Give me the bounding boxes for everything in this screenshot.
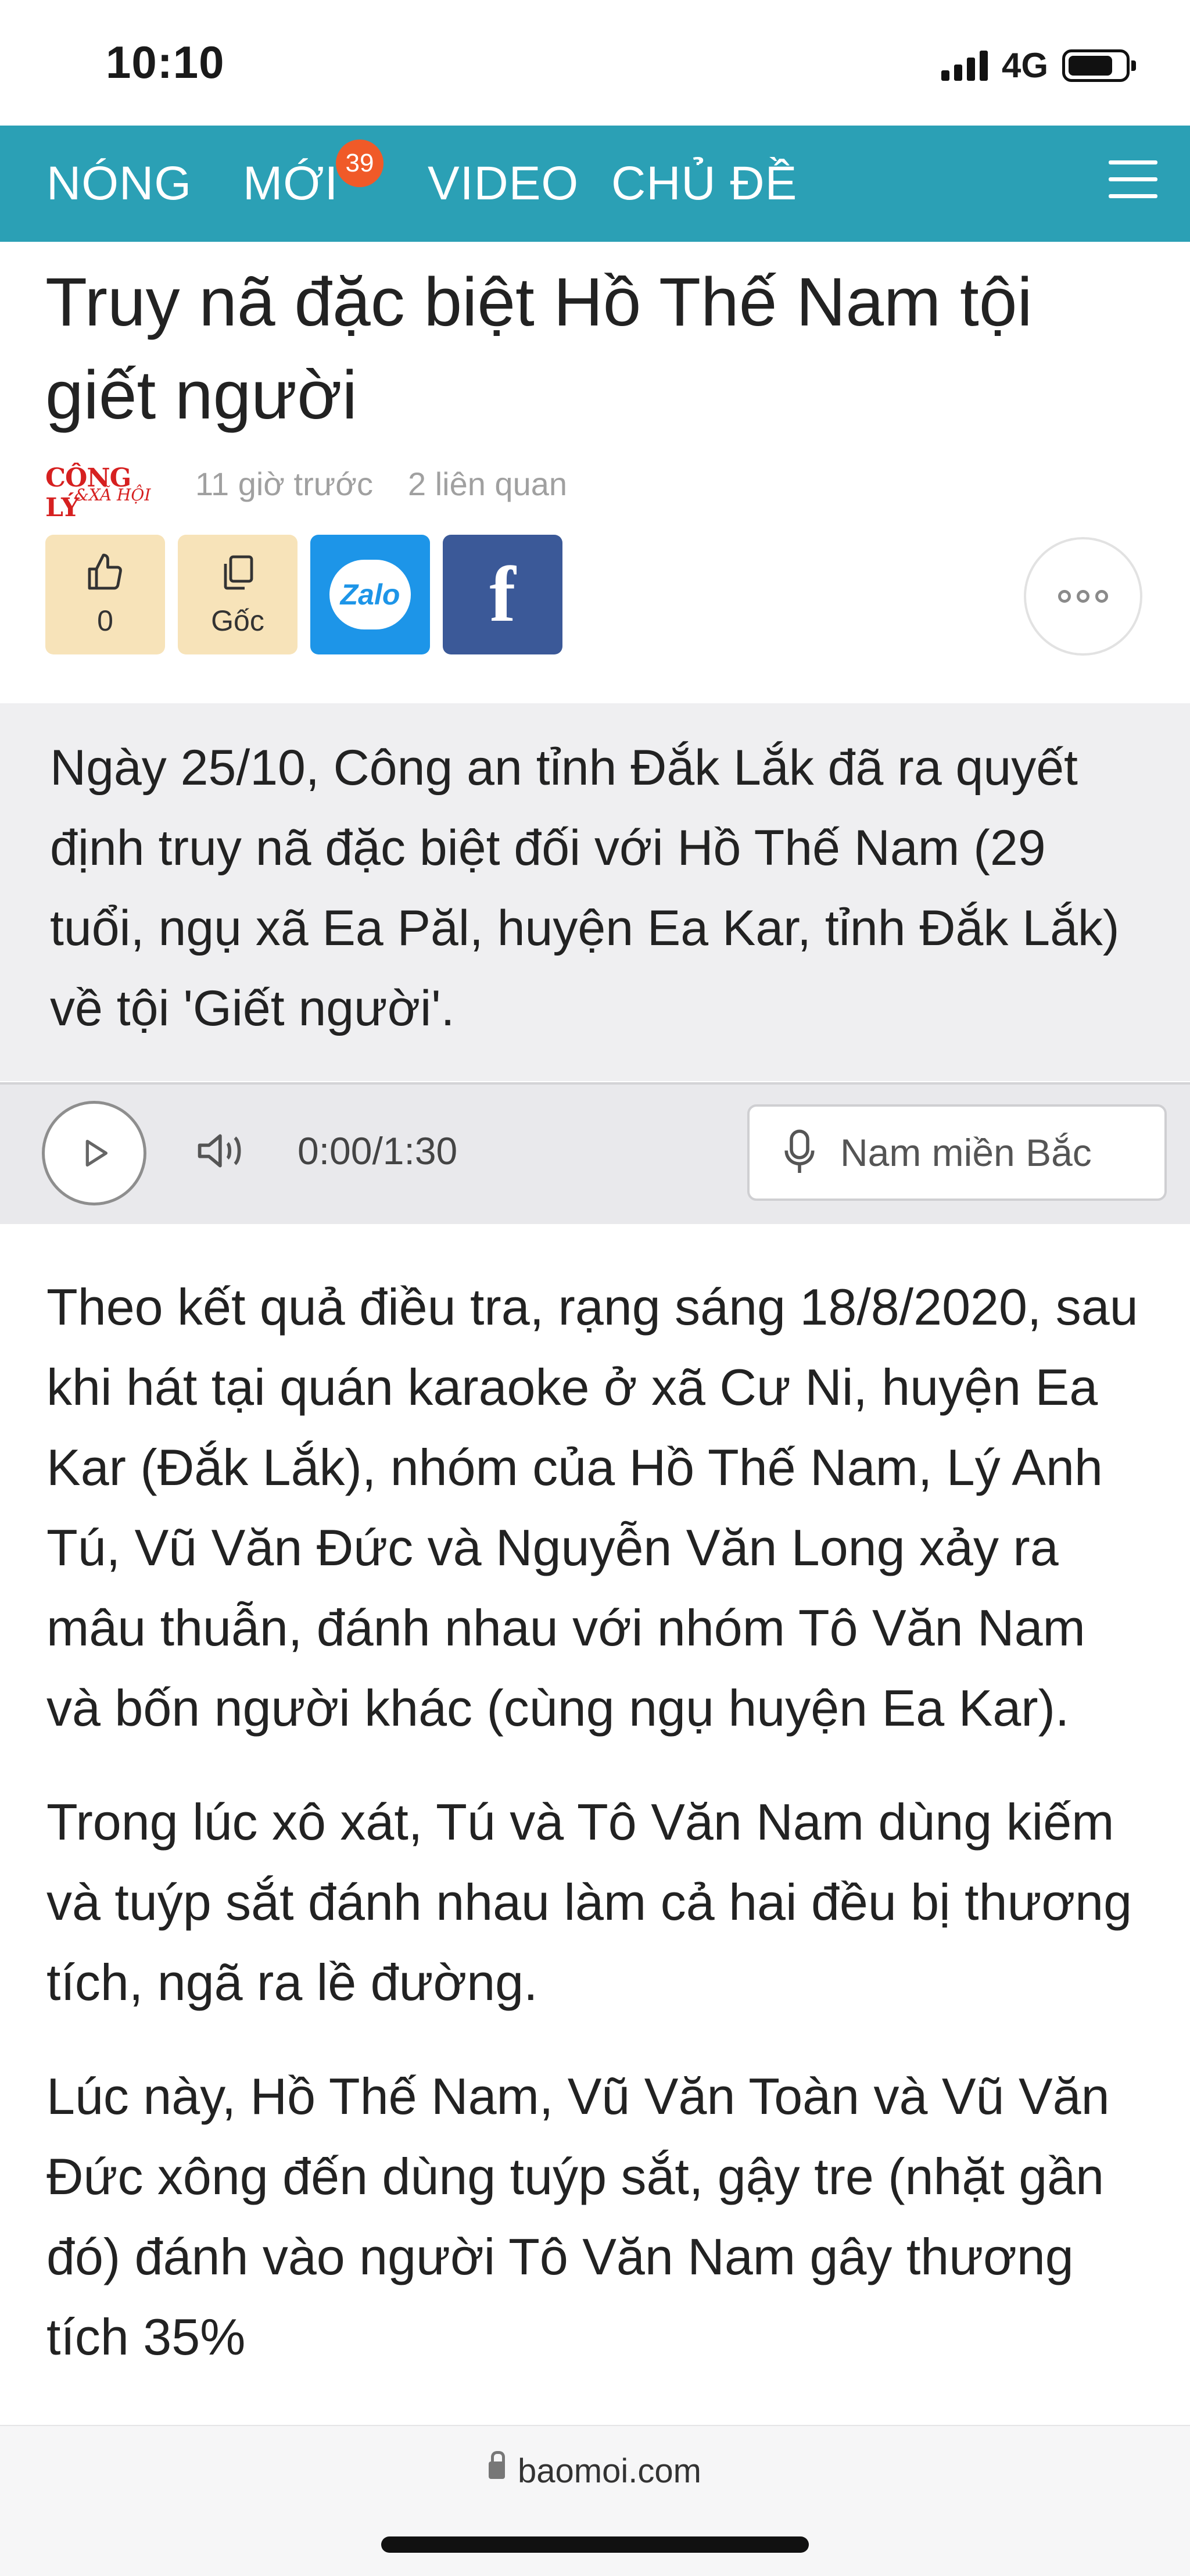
article-summary: Ngày 25/10, Công an tỉnh Đắk Lắk đã ra q… xyxy=(50,740,1120,1036)
nav-item-topics[interactable]: CHỦ ĐỀ xyxy=(611,126,797,242)
thumbs-up-icon xyxy=(88,553,122,590)
body-paragraph: Trong lúc xô xát, Tú và Tô Văn Nam dùng … xyxy=(46,1793,1132,2011)
battery-icon xyxy=(1062,49,1136,82)
microphone-icon xyxy=(784,1129,815,1173)
signal-icon xyxy=(941,50,988,81)
play-button[interactable] xyxy=(42,1101,146,1205)
status-indicators: 4G xyxy=(941,45,1136,85)
publish-time: 11 giờ trước xyxy=(195,465,373,502)
volume-icon[interactable] xyxy=(194,1128,250,1174)
status-bar: 10:10 4G xyxy=(0,0,1190,126)
article-body: Theo kết quả điều tra, rạng sáng 18/8/20… xyxy=(46,1267,1150,2411)
url-text: baomoi.com xyxy=(518,2452,701,2490)
article-meta: CÔNG LÝ &XÃ HỘI 11 giờ trước 2 liên quan xyxy=(45,459,567,523)
dot-icon xyxy=(1077,590,1089,603)
playback-time: 0:00/1:30 xyxy=(298,1129,458,1172)
dot-icon xyxy=(1095,590,1108,603)
hamburger-menu-icon[interactable] xyxy=(1109,160,1157,201)
dot-icon xyxy=(1058,590,1071,603)
source-logo[interactable]: CÔNG LÝ &XÃ HỘI xyxy=(45,463,169,523)
voice-label: Nam miền Bắc xyxy=(840,1131,1092,1174)
copy-icon xyxy=(224,555,253,590)
status-time: 10:10 xyxy=(106,37,225,88)
related-link[interactable]: 2 liên quan xyxy=(408,465,567,503)
facebook-icon: f xyxy=(489,551,516,638)
nav-item-video[interactable]: VIDEO xyxy=(428,126,579,242)
source-label: Gốc xyxy=(211,604,264,637)
zalo-icon: Zalo xyxy=(329,560,411,629)
nav-item-new[interactable]: MỚI xyxy=(243,126,338,242)
body-paragraph: Theo kết quả điều tra, rạng sáng 18/8/20… xyxy=(46,1278,1138,1737)
play-icon xyxy=(85,1139,108,1167)
like-count: 0 xyxy=(97,604,113,637)
address-bar[interactable]: baomoi.com xyxy=(0,2450,1190,2491)
new-count-badge: 39 xyxy=(336,139,383,187)
network-type: 4G xyxy=(1001,46,1048,85)
lock-icon xyxy=(489,2450,506,2479)
home-indicator[interactable] xyxy=(381,2536,809,2553)
action-bar: 0 Gốc Zalo f xyxy=(45,535,562,654)
like-button[interactable]: 0 xyxy=(45,535,165,654)
zalo-share-button[interactable]: Zalo xyxy=(310,535,430,654)
body-paragraph: Lúc này, Hồ Thế Nam, Vũ Văn Toàn và Vũ V… xyxy=(46,2067,1110,2366)
article-title: Truy nã đặc biệt Hồ Thế Nam tội giết ngư… xyxy=(45,264,1033,434)
voice-selector[interactable]: Nam miền Bắc xyxy=(747,1104,1167,1201)
more-options-button[interactable] xyxy=(1024,537,1142,656)
facebook-share-button[interactable]: f xyxy=(443,535,562,654)
browser-bottom-bar xyxy=(0,2425,1190,2576)
source-button[interactable]: Gốc xyxy=(178,535,298,654)
nav-item-hot[interactable]: NÓNG xyxy=(46,126,192,242)
